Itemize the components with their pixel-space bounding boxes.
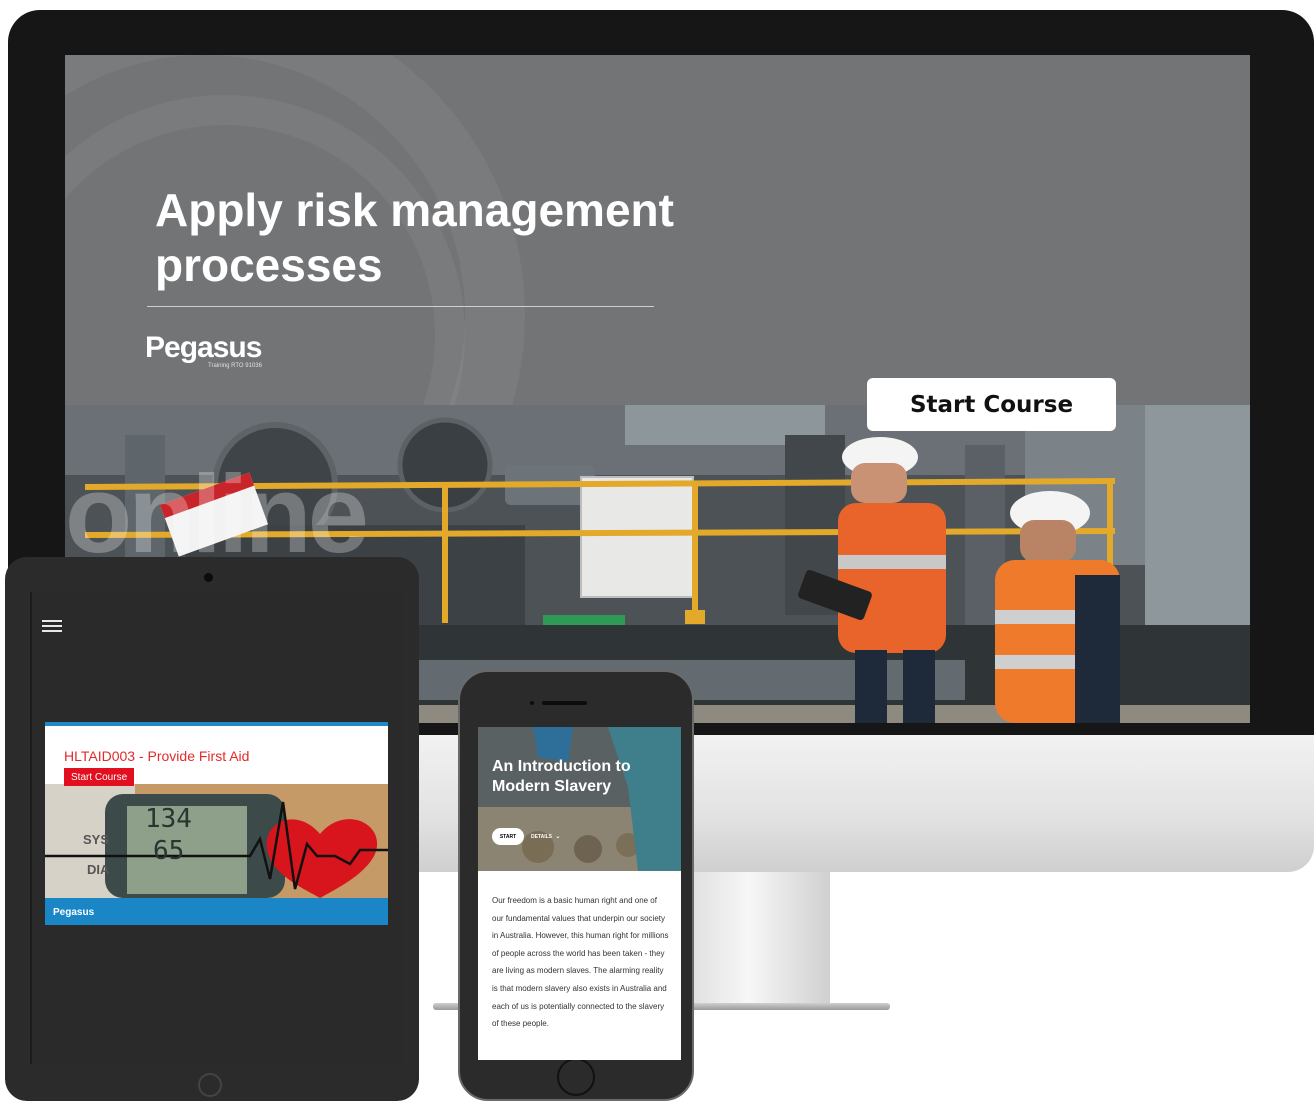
tablet-camera xyxy=(204,573,213,582)
course-card-first-aid[interactable]: HLTAID003 - Provide First Aid SYS DIA 13… xyxy=(45,722,388,925)
phone-camera xyxy=(530,701,534,705)
card-footer: Pegasus xyxy=(45,898,388,925)
course-description: Our freedom is a basic human right and o… xyxy=(492,896,669,1029)
phone-course-title: An Introduction to Modern Slavery xyxy=(492,758,631,795)
dia-label: DIA xyxy=(87,862,110,877)
chevron-down-icon: ⌄ xyxy=(555,834,561,840)
footer-logo: Pegasus xyxy=(53,907,95,918)
sys-value: 134 xyxy=(145,804,192,834)
watermark-text: online xyxy=(65,453,369,576)
phone-device: An Introduction to Modern Slavery START … xyxy=(458,670,694,1101)
start-course-button[interactable]: Start Course xyxy=(64,768,135,786)
tablet-home-button[interactable] xyxy=(198,1073,222,1097)
start-button[interactable]: START xyxy=(492,828,524,845)
course-title: Apply risk management processes xyxy=(155,184,674,291)
phone-screen: An Introduction to Modern Slavery START … xyxy=(478,727,681,1060)
sys-label: SYS xyxy=(83,832,110,847)
course-hero-modern-slavery: An Introduction to Modern Slavery START … xyxy=(478,727,681,871)
brand-logo: Pegasus xyxy=(145,331,262,364)
title-divider xyxy=(147,306,654,307)
start-course-button[interactable]: Start Course xyxy=(867,378,1116,431)
card-top-stripe xyxy=(45,722,388,726)
phone-speaker xyxy=(542,701,587,705)
hamburger-menu-icon[interactable] xyxy=(42,618,62,634)
details-label: DETAILS xyxy=(531,834,553,840)
brand-tagline: Training RTO 91036 xyxy=(208,363,262,369)
dia-value: 65 xyxy=(153,836,185,866)
phone-home-button[interactable] xyxy=(557,1058,595,1096)
workers-illustration xyxy=(478,727,681,871)
details-link[interactable]: DETAILS ⌄ xyxy=(531,833,560,840)
course-hero-header: Apply risk management processes Pegasus … xyxy=(65,55,1250,405)
course-card-title: HLTAID003 - Provide First Aid xyxy=(64,748,250,764)
blood-pressure-heart-image: SYS DIA 134 65 xyxy=(45,784,388,898)
tablet-device: HLTAID003 - Provide First Aid SYS DIA 13… xyxy=(5,557,419,1101)
tablet-screen: HLTAID003 - Provide First Aid SYS DIA 13… xyxy=(30,592,402,1064)
